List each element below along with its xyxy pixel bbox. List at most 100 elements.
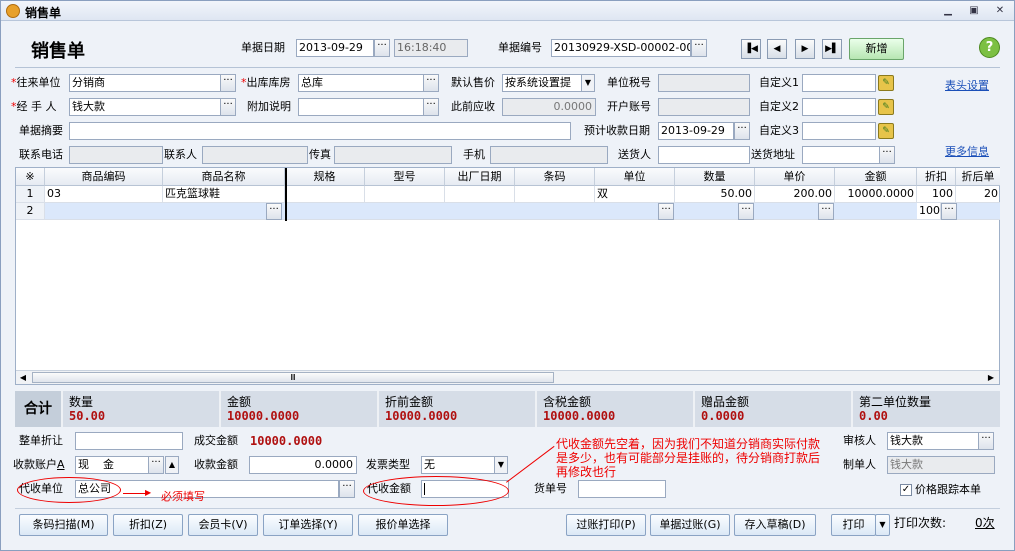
note-input[interactable] bbox=[298, 98, 424, 116]
docno-input[interactable]: 20130929-XSD-00002-002 bbox=[551, 39, 691, 57]
cell-price[interactable]: 200.00 bbox=[755, 186, 835, 203]
price-track-checkbox[interactable]: ✓ bbox=[900, 484, 912, 496]
cell-after-discount[interactable]: 20 bbox=[956, 186, 1000, 203]
col-header-code[interactable]: 商品编码 bbox=[45, 168, 163, 186]
col-header-qty[interactable]: 数量 bbox=[675, 168, 755, 186]
date-input[interactable]: 2013-09-29 bbox=[296, 39, 374, 57]
post-button[interactable]: 单据过账(G) bbox=[650, 514, 730, 536]
maker-label: 制单人 bbox=[843, 458, 876, 471]
col-header-discount[interactable]: 折扣 bbox=[917, 168, 956, 186]
header-settings-link[interactable]: 表头设置 bbox=[945, 77, 989, 95]
custom1-settings-icon[interactable]: ✎ bbox=[878, 75, 894, 91]
warehouse-select-button[interactable]: ··· bbox=[423, 74, 439, 92]
minimize-icon[interactable]: ▁ bbox=[941, 5, 955, 17]
cell-price-button[interactable]: ··· bbox=[818, 203, 834, 220]
print-menu-chevron-icon[interactable]: ▼ bbox=[875, 514, 890, 536]
counterparty-input[interactable]: 分销商 bbox=[69, 74, 221, 92]
first-record-button[interactable]: ▐◀ bbox=[741, 39, 761, 59]
scroll-right-icon[interactable]: ▶ bbox=[985, 372, 997, 384]
warehouse-input[interactable]: 总库 bbox=[298, 74, 424, 92]
date-picker-button[interactable]: ··· bbox=[374, 39, 390, 57]
restore-icon[interactable]: ▣ bbox=[967, 5, 981, 17]
cell-mfg-date[interactable] bbox=[445, 186, 515, 203]
discount-button[interactable]: 折扣(Z) bbox=[113, 514, 183, 536]
expected-date-picker-button[interactable]: ··· bbox=[734, 122, 750, 140]
whole-discount-input[interactable] bbox=[75, 432, 183, 450]
note-select-button[interactable]: ··· bbox=[423, 98, 439, 116]
close-icon[interactable]: ✕ bbox=[993, 5, 1007, 17]
cell-name[interactable]: 匹克篮球鞋 bbox=[163, 186, 285, 203]
horizontal-scrollbar[interactable]: ◀ Ⅲ ▶ bbox=[16, 370, 999, 384]
col-header-amount[interactable]: 金额 bbox=[835, 168, 917, 186]
prev-record-button[interactable]: ◀ bbox=[767, 39, 787, 59]
cell-qty-button[interactable]: ··· bbox=[738, 203, 754, 220]
help-icon[interactable]: ? bbox=[979, 37, 1000, 58]
new-button[interactable]: 新增 bbox=[849, 38, 904, 60]
agent-unit-select-button[interactable]: ··· bbox=[339, 480, 355, 498]
cell-qty[interactable]: 50.00 bbox=[675, 186, 755, 203]
selected-row-bg[interactable] bbox=[45, 203, 1000, 220]
save-draft-button[interactable]: 存入草稿(D) bbox=[734, 514, 816, 536]
cell-unit-select-button[interactable]: ··· bbox=[658, 203, 674, 220]
cell-spec[interactable] bbox=[285, 186, 365, 203]
delivery-person-input[interactable] bbox=[658, 146, 750, 164]
delivery-addr-button[interactable]: ··· bbox=[879, 146, 895, 164]
delivery-addr-input[interactable] bbox=[802, 146, 880, 164]
docno-button[interactable]: ··· bbox=[691, 39, 707, 57]
scrollbar-thumb[interactable]: Ⅲ bbox=[32, 372, 554, 383]
counterparty-select-button[interactable]: ··· bbox=[220, 74, 236, 92]
chevron-down-icon[interactable]: ▼ bbox=[494, 456, 508, 474]
custom1-input[interactable] bbox=[802, 74, 876, 92]
cell-discount[interactable]: 100 bbox=[917, 186, 956, 203]
col-header-model[interactable]: 型号 bbox=[365, 168, 445, 186]
cell-discount-button[interactable]: ··· bbox=[941, 203, 957, 220]
summary-input[interactable] bbox=[69, 122, 571, 140]
invoice-type-select[interactable]: 无 bbox=[421, 456, 495, 474]
scroll-left-icon[interactable]: ◀ bbox=[17, 372, 29, 384]
handler-label: 经 手 人 bbox=[16, 100, 57, 113]
member-card-button[interactable]: 会员卡(V) bbox=[188, 514, 258, 536]
more-info-link[interactable]: 更多信息 bbox=[945, 143, 989, 161]
chevron-up-icon[interactable]: ▲ bbox=[165, 456, 179, 474]
col-header-unit[interactable]: 单位 bbox=[595, 168, 675, 186]
column-resize-marker[interactable] bbox=[285, 168, 287, 221]
custom3-settings-icon[interactable]: ✎ bbox=[878, 123, 894, 139]
mobile-input bbox=[490, 146, 608, 164]
annotation-ellipse bbox=[363, 476, 509, 506]
custom2-input[interactable] bbox=[802, 98, 876, 116]
reviewer-select-button[interactable]: ··· bbox=[978, 432, 994, 450]
col-header-after-discount[interactable]: 折后单 bbox=[956, 168, 1000, 186]
col-header-barcode[interactable]: 条码 bbox=[515, 168, 595, 186]
cell-code[interactable]: 03 bbox=[45, 186, 163, 203]
cell-name-select-button[interactable]: ··· bbox=[266, 203, 282, 220]
col-header-mfg-date[interactable]: 出厂日期 bbox=[445, 168, 515, 186]
barcode-scan-button[interactable]: 条码扫描(M) bbox=[19, 514, 108, 536]
received-input[interactable]: 0.0000 bbox=[249, 456, 357, 474]
custom3-input[interactable] bbox=[802, 122, 876, 140]
account-select-button[interactable]: ··· bbox=[148, 456, 164, 474]
cell-model[interactable] bbox=[365, 186, 445, 203]
reviewer-input[interactable]: 钱大款 bbox=[887, 432, 979, 450]
handler-input[interactable]: 钱大款 bbox=[69, 98, 221, 116]
order-select-button[interactable]: 订单选择(Y) bbox=[263, 514, 353, 536]
col-header-name[interactable]: 商品名称 bbox=[163, 168, 285, 186]
cell-amount[interactable]: 10000.0000 bbox=[835, 186, 917, 203]
cell-unit[interactable]: 双 bbox=[595, 186, 675, 203]
next-record-button[interactable]: ▶ bbox=[795, 39, 815, 59]
handler-select-button[interactable]: ··· bbox=[220, 98, 236, 116]
col-header-spec[interactable]: 规格 bbox=[285, 168, 365, 186]
col-header-price[interactable]: 单价 bbox=[755, 168, 835, 186]
print-button[interactable]: 打印 bbox=[831, 514, 876, 536]
default-price-select[interactable]: 按系统设置提 bbox=[502, 74, 582, 92]
quote-select-button[interactable]: 报价单选择 bbox=[358, 514, 448, 536]
cell-discount[interactable]: 100 bbox=[917, 203, 941, 220]
chevron-down-icon[interactable]: ▼ bbox=[581, 74, 595, 92]
post-print-button[interactable]: 过账打印(P) bbox=[566, 514, 646, 536]
account-input[interactable]: 现 金 bbox=[75, 456, 149, 474]
expected-date-input[interactable]: 2013-09-29 bbox=[658, 122, 734, 140]
cell-barcode[interactable] bbox=[515, 186, 595, 203]
bill-no-input[interactable] bbox=[578, 480, 666, 498]
custom2-settings-icon[interactable]: ✎ bbox=[878, 99, 894, 115]
bill-no-label: 货单号 bbox=[534, 482, 567, 495]
last-record-button[interactable]: ▶▌ bbox=[822, 39, 842, 59]
